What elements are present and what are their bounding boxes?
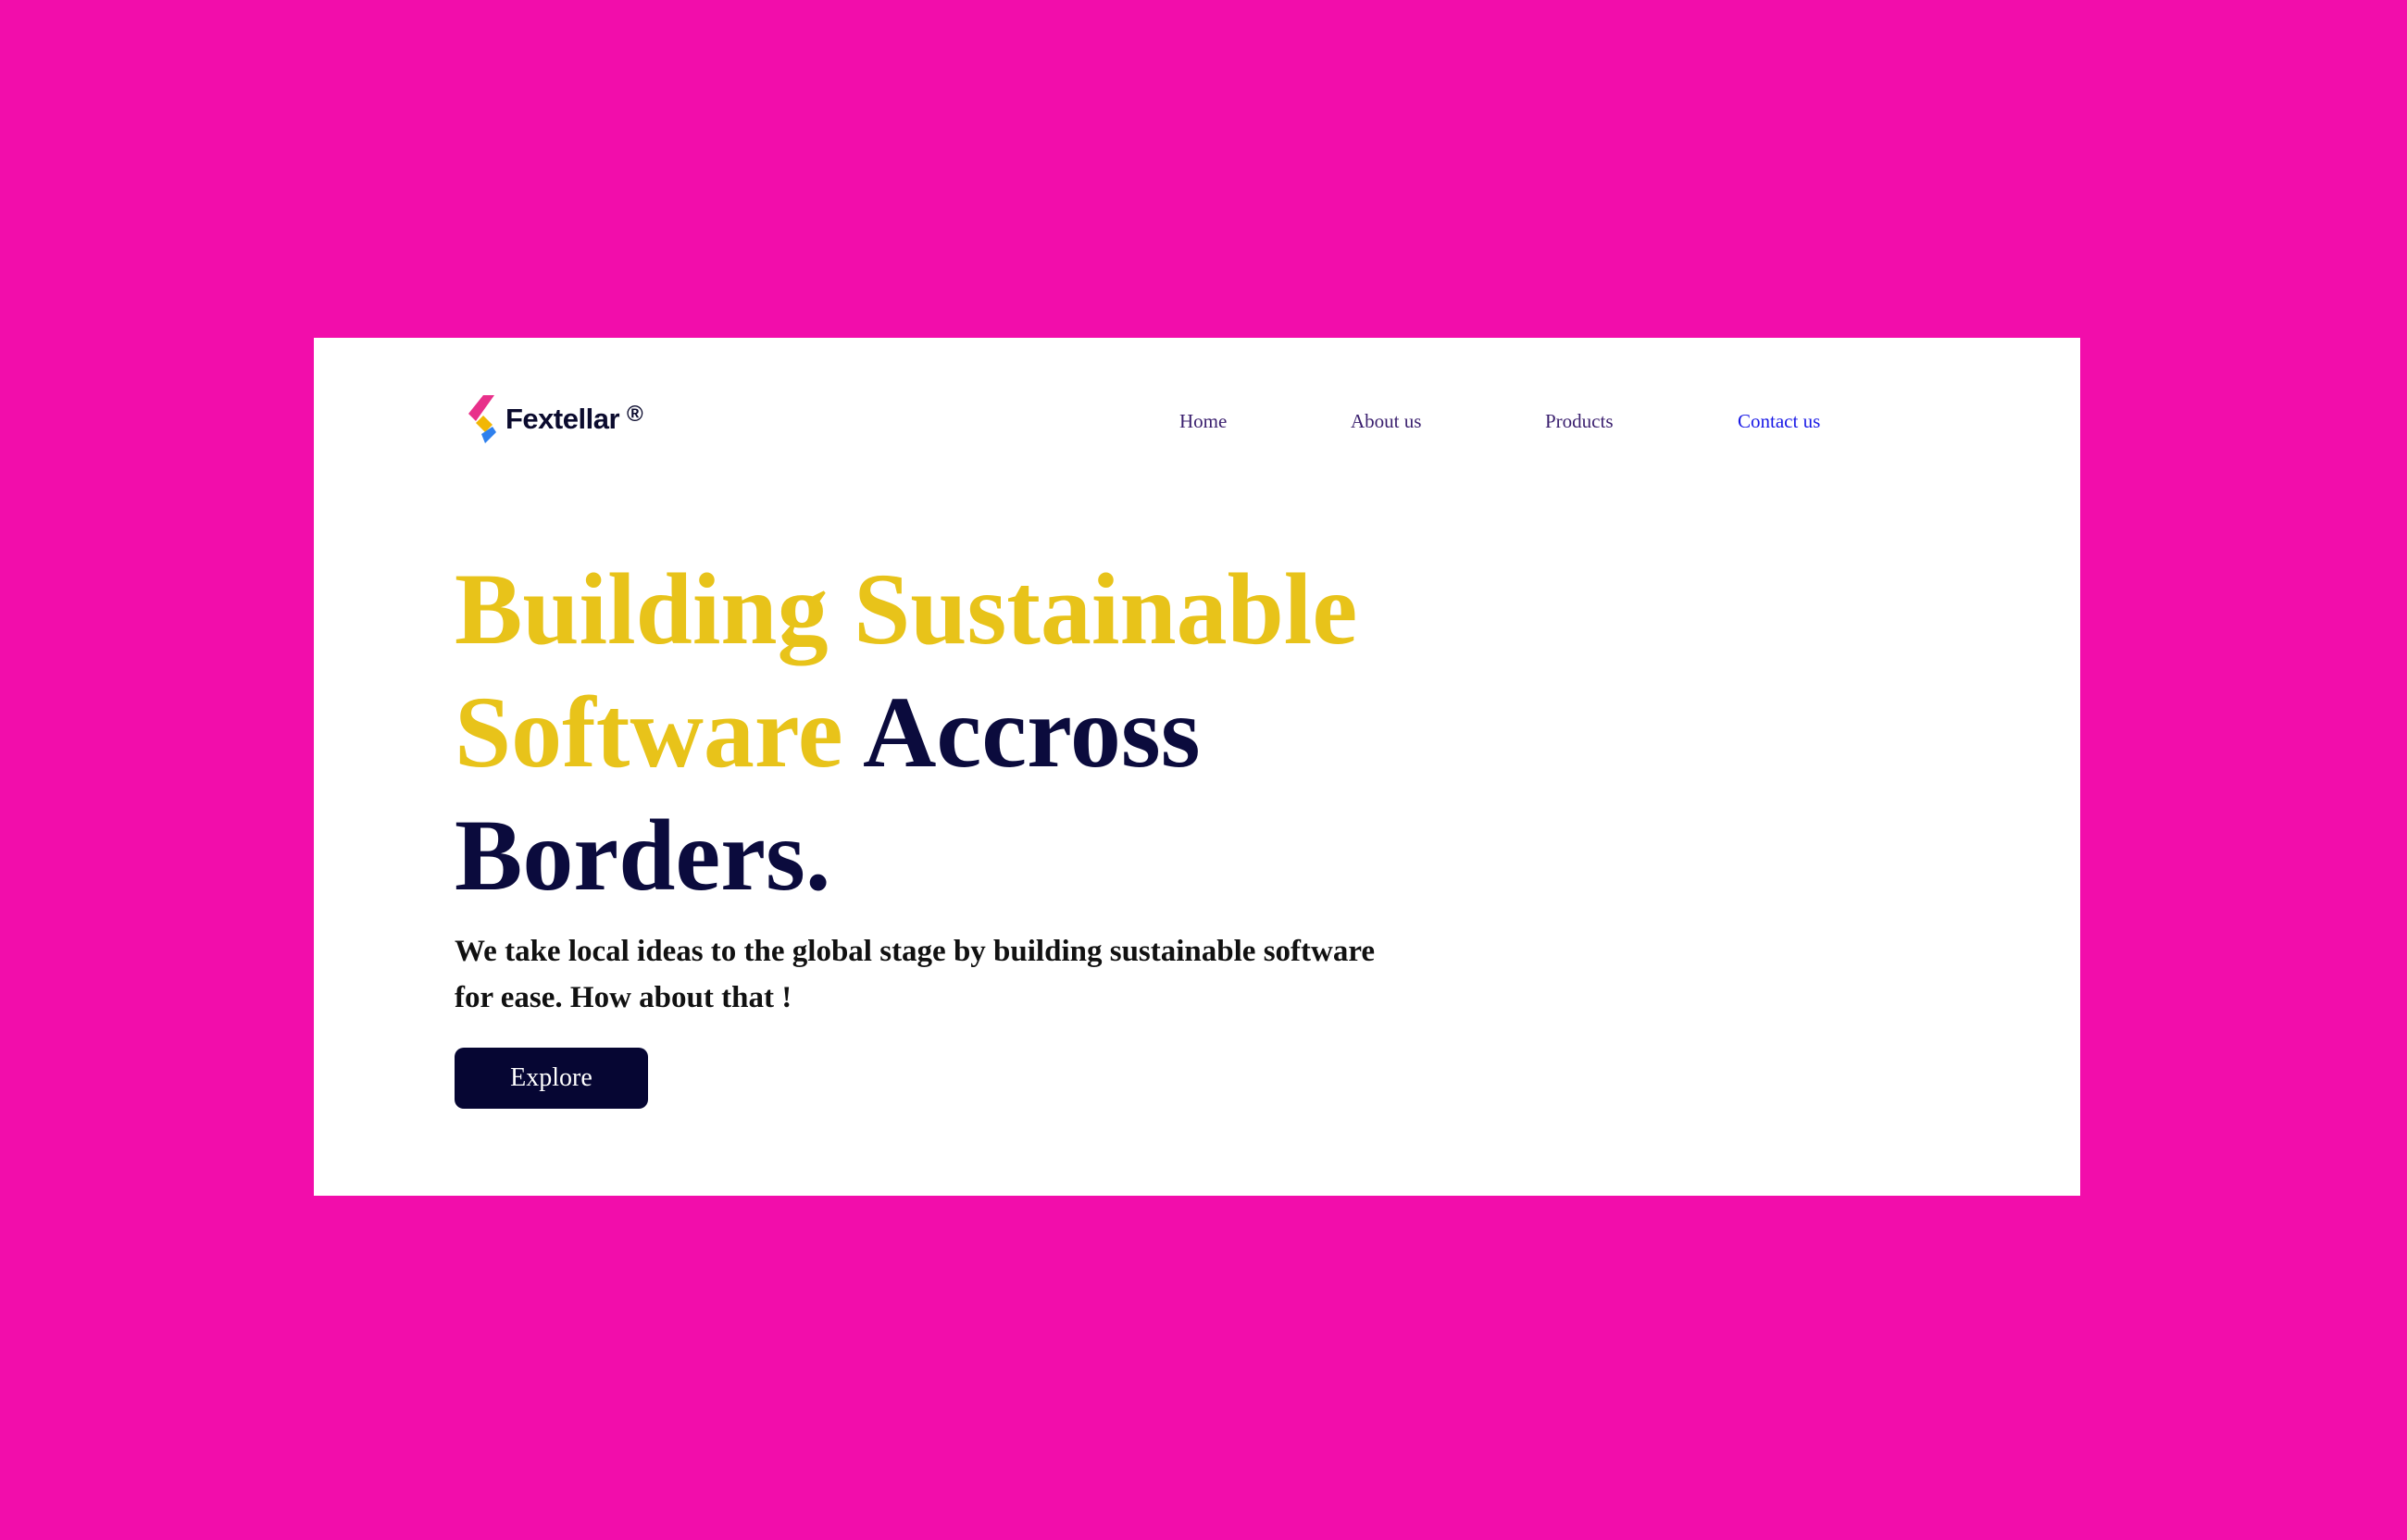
fextellar-logo-mark-icon bbox=[468, 395, 496, 443]
hero-title-accent-line1: Building Sustainable bbox=[455, 553, 1358, 665]
hero-title-rest-line2: Accross bbox=[862, 676, 1201, 789]
brand-logo[interactable]: Fextellar ® bbox=[467, 393, 643, 445]
brand-name: Fextellar bbox=[505, 403, 620, 435]
nav-about-us[interactable]: About us bbox=[1351, 410, 1421, 433]
hero-subtitle: We take local ideas to the global stage … bbox=[455, 935, 1376, 1014]
nav-home[interactable]: Home bbox=[1179, 410, 1227, 433]
nav-products[interactable]: Products bbox=[1545, 410, 1614, 433]
explore-button[interactable]: Explore bbox=[455, 1048, 648, 1109]
hero-title-rest-line3: Borders. bbox=[455, 799, 831, 912]
hero-title: Building Sustainable Software Accross Bo… bbox=[455, 548, 1565, 917]
registered-mark: ® bbox=[627, 402, 643, 427]
hero-title-accent-line2: Software bbox=[455, 676, 843, 789]
landing-card: Fextellar ® Home About us Products Conta… bbox=[314, 338, 2080, 1196]
nav-contact-us[interactable]: Contact us bbox=[1738, 410, 1820, 433]
